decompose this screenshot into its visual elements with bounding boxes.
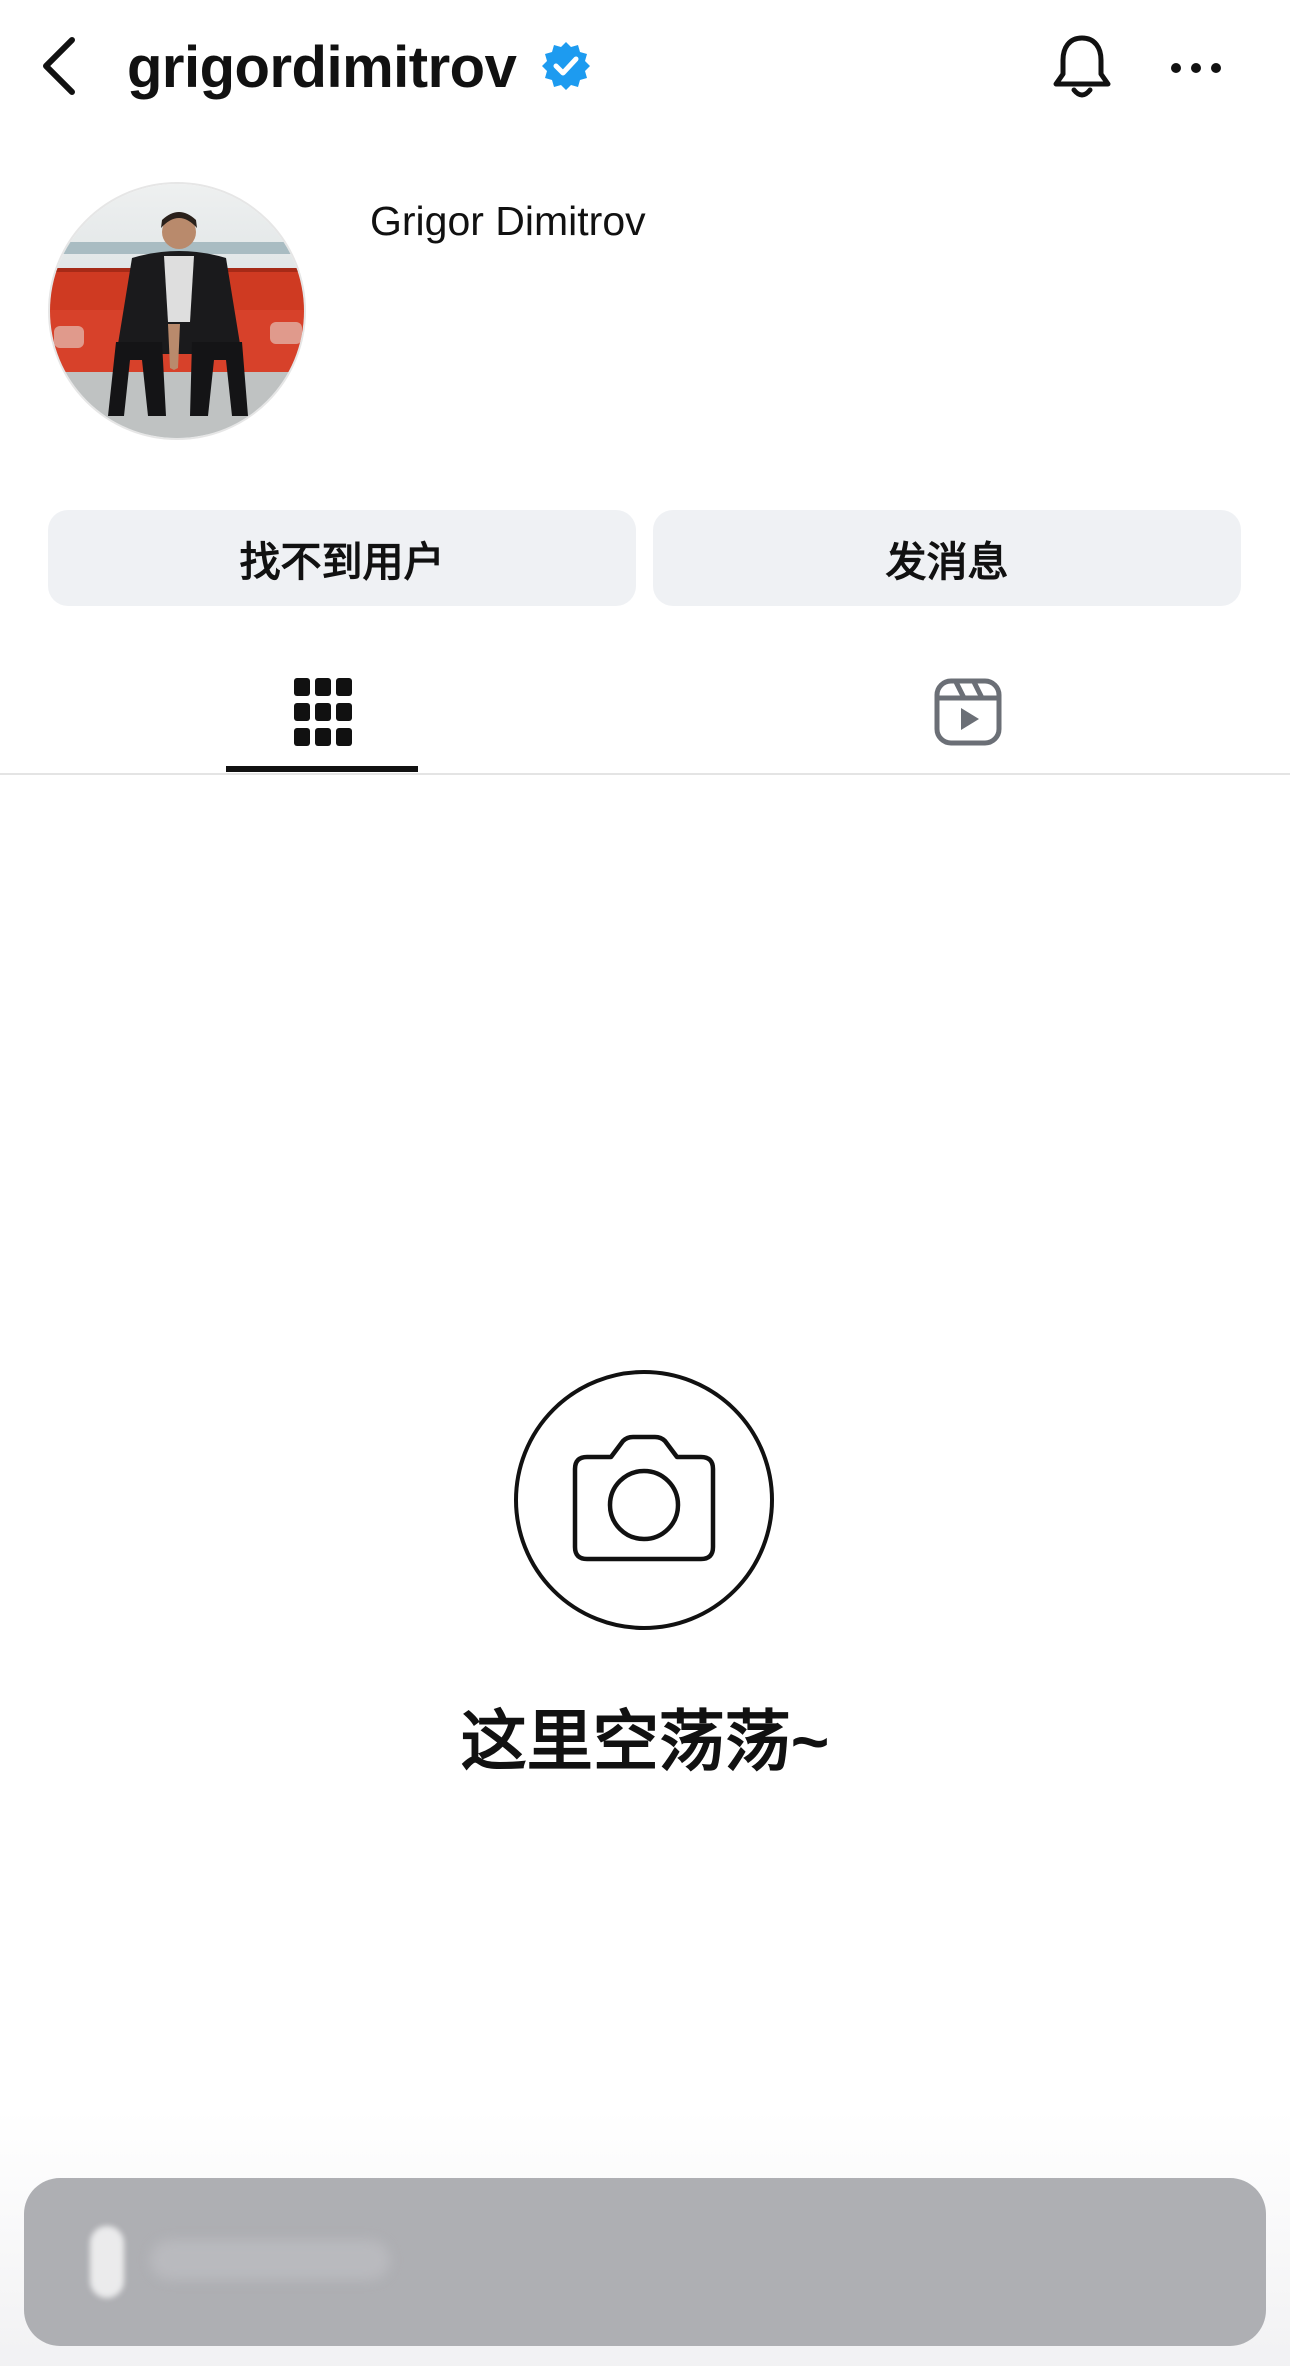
message-button[interactable]: 发消息 (653, 510, 1241, 606)
more-horizontal-icon (1171, 63, 1221, 73)
chevron-left-icon (43, 37, 75, 95)
grid-icon (293, 678, 352, 746)
active-tab-indicator (226, 766, 418, 772)
avatar[interactable] (48, 182, 306, 440)
tab-grid[interactable] (0, 650, 645, 774)
profile-display-name: Grigor Dimitrov (370, 198, 646, 244)
tab-reels[interactable] (645, 650, 1290, 774)
empty-state-message: 这里空荡荡~ (460, 1704, 830, 1778)
user-not-found-button[interactable]: 找不到用户 (48, 510, 636, 606)
bell-icon (1053, 35, 1111, 98)
bottom-banner-text-blur (150, 2240, 390, 2280)
reels-icon (934, 678, 1001, 746)
camera-icon (513, 1369, 775, 1631)
back-button[interactable] (24, 26, 96, 106)
more-options-button[interactable] (1156, 36, 1236, 100)
profile-username: grigordimitrov (127, 34, 517, 100)
tab-divider (0, 773, 1290, 775)
notifications-button[interactable] (1040, 26, 1124, 110)
verified-badge-icon (540, 40, 592, 92)
bottom-banner-icon (90, 2226, 124, 2298)
